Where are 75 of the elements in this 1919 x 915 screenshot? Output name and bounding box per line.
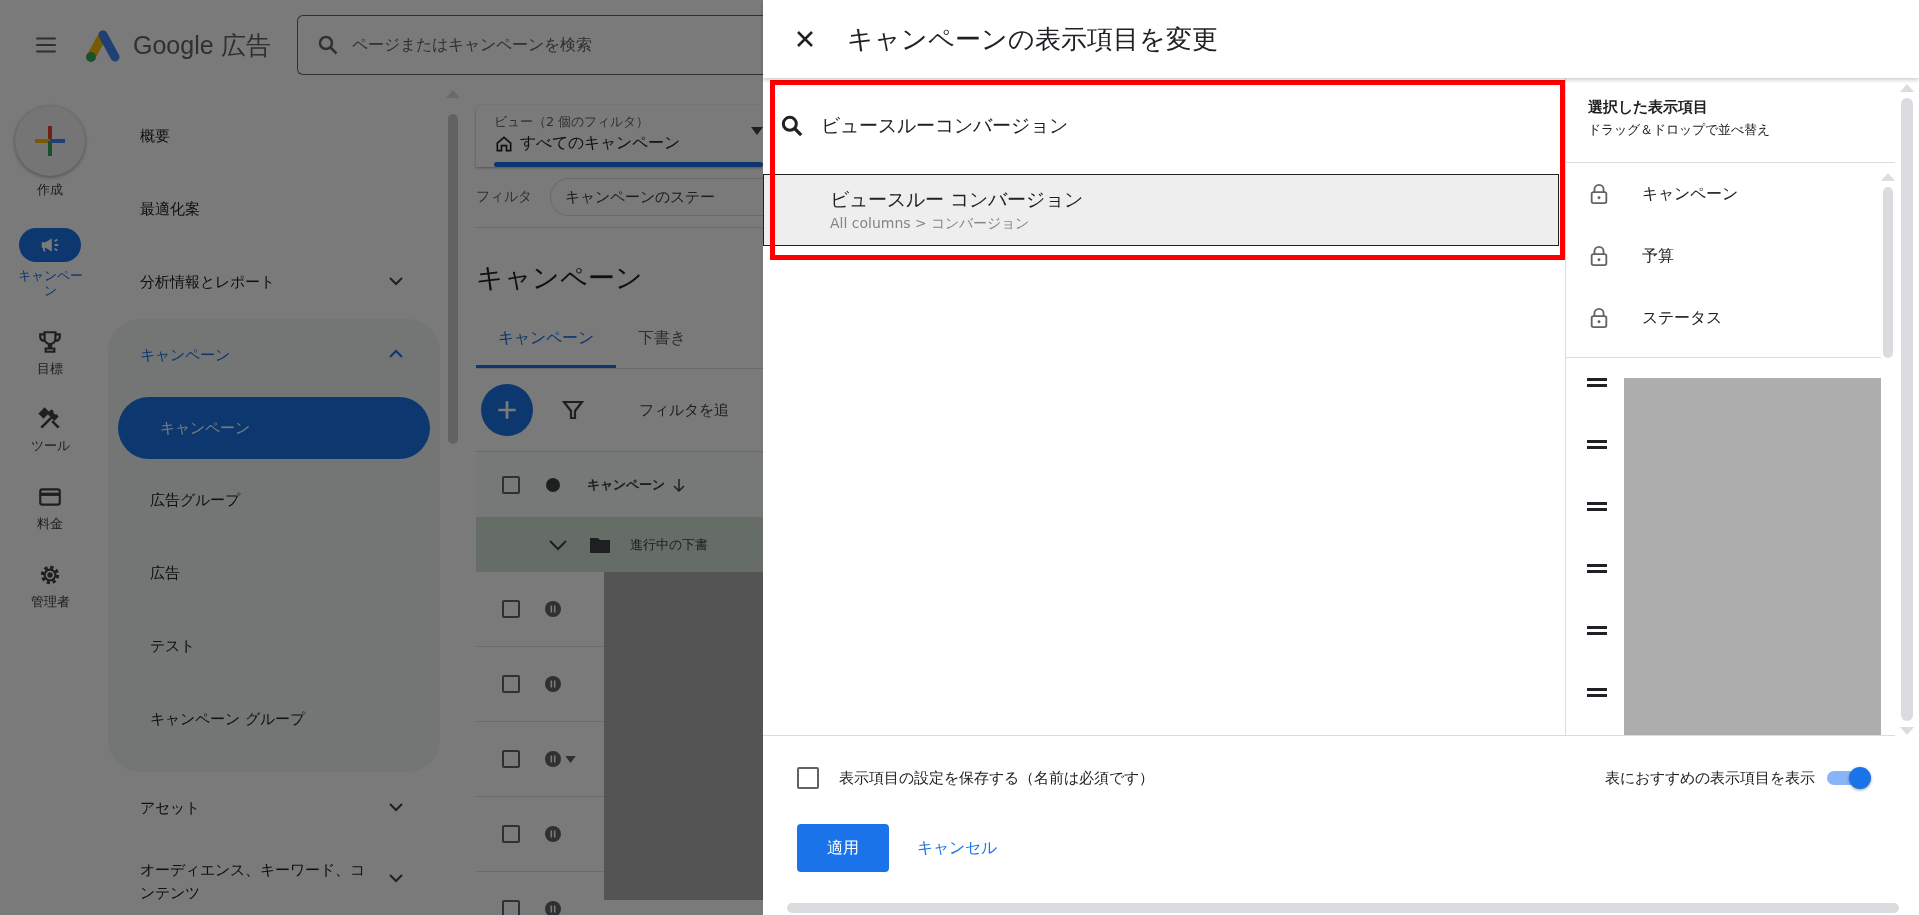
checkbox[interactable]: [502, 900, 520, 915]
lock-icon: [1588, 244, 1610, 268]
toggle-switch[interactable]: [1825, 767, 1871, 789]
cancel-button[interactable]: キャンセル: [909, 824, 1005, 872]
search-icon: [779, 113, 805, 139]
pause-icon: [545, 676, 561, 692]
section-title: 選択した表示項目: [1588, 98, 1709, 117]
rail-label[interactable]: ツール: [30, 438, 70, 454]
nav-item[interactable]: 概要: [140, 127, 170, 146]
megaphone-icon[interactable]: [19, 227, 81, 262]
sort-arrow-icon[interactable]: [671, 476, 687, 493]
rail-label[interactable]: 管理者: [30, 593, 70, 610]
status-dot-icon: [545, 476, 561, 493]
add-button[interactable]: [481, 384, 533, 436]
toggle-label: 表におすすめの表示項目を表示: [1605, 768, 1815, 788]
lock-icon: [1588, 182, 1610, 206]
nav-subitem[interactable]: 広告グループ: [108, 464, 440, 537]
nav-item[interactable]: オーディエンス、キーワード、コンテンツ: [140, 859, 370, 904]
column-item: ステータス: [1642, 307, 1722, 329]
checkbox[interactable]: [502, 475, 520, 494]
add-filter-link[interactable]: フィルタを追: [639, 400, 729, 420]
scrollbar-thumb[interactable]: [448, 114, 458, 444]
column-header[interactable]: キャンペーン: [587, 475, 665, 494]
nav-item[interactable]: 分析情報とレポート: [140, 273, 275, 292]
scrollbar-thumb[interactable]: [787, 903, 1899, 913]
nav-subitem[interactable]: キャンペーン: [118, 397, 430, 459]
trophy-icon[interactable]: [37, 328, 63, 355]
scrollbar-thumb[interactable]: [1901, 98, 1913, 721]
create-button[interactable]: [15, 106, 85, 176]
rail-label[interactable]: 作成: [37, 182, 63, 198]
pause-icon: [545, 601, 561, 617]
checkbox[interactable]: [797, 767, 819, 789]
checkbox[interactable]: [502, 600, 520, 618]
dropdown-icon[interactable]: [565, 755, 576, 763]
pause-icon: [545, 826, 561, 842]
search-field[interactable]: ビュースルーコンバージョン: [821, 111, 1521, 141]
drag-handle-icon[interactable]: [1587, 564, 1607, 574]
rail-label[interactable]: キャンペーン: [15, 267, 85, 299]
nav-subitem[interactable]: キャンペーン グループ: [108, 683, 440, 756]
checkbox-label[interactable]: 表示項目の設定を保存する（名前は必須です）: [839, 768, 1154, 788]
checkbox[interactable]: [502, 750, 520, 768]
drag-handle-icon[interactable]: [1587, 688, 1607, 698]
scrollbar-thumb[interactable]: [1883, 187, 1893, 358]
nav-item[interactable]: 最適化案: [140, 200, 200, 219]
drag-handle-icon[interactable]: [1587, 626, 1607, 636]
nav-subitem[interactable]: テスト: [108, 610, 440, 683]
drag-handle-icon[interactable]: [1587, 502, 1607, 512]
tab[interactable]: キャンペーン: [476, 328, 616, 368]
column-item: 予算: [1642, 245, 1674, 267]
group-row-label[interactable]: 進行中の下書: [630, 536, 708, 554]
nav-subitem[interactable]: 広告: [108, 537, 440, 610]
checkbox[interactable]: [502, 675, 520, 693]
tab[interactable]: 下書き: [616, 328, 708, 368]
plus-icon: [32, 123, 68, 159]
rail-label[interactable]: 料金: [37, 515, 63, 532]
rail-label[interactable]: 目標: [37, 360, 63, 377]
filter-label: フィルタ: [476, 188, 532, 206]
dropdown-icon[interactable]: [751, 127, 763, 135]
search-field[interactable]: ページまたはキャンペーンを検索: [296, 15, 763, 75]
section-subtitle: ドラッグ＆ドロップで並べ替え: [1588, 121, 1771, 139]
view-selector[interactable]: ビュー（2 個のフィルタ） すべてのキャンペーン: [476, 105, 763, 167]
drag-handle-icon[interactable]: [1587, 440, 1607, 450]
page-title: キャンペーン: [476, 261, 644, 295]
app-name: Google 広告: [133, 29, 271, 61]
nav-item[interactable]: アセット: [140, 799, 200, 818]
drag-handle-icon[interactable]: [1587, 378, 1607, 388]
apply-button[interactable]: 適用: [797, 824, 889, 872]
search-result[interactable]: ビュースルー コンバージョン All columns > コンバージョン: [763, 174, 1559, 246]
pause-icon: [545, 751, 561, 767]
dialog-title: キャンペーンの表示項目を変更: [847, 22, 1218, 56]
checkbox[interactable]: [502, 825, 520, 843]
filter-icon[interactable]: [561, 398, 585, 422]
lock-icon: [1588, 306, 1610, 330]
column-item: キャンペーン: [1642, 183, 1738, 205]
nav-item[interactable]: キャンペーン: [140, 346, 230, 365]
